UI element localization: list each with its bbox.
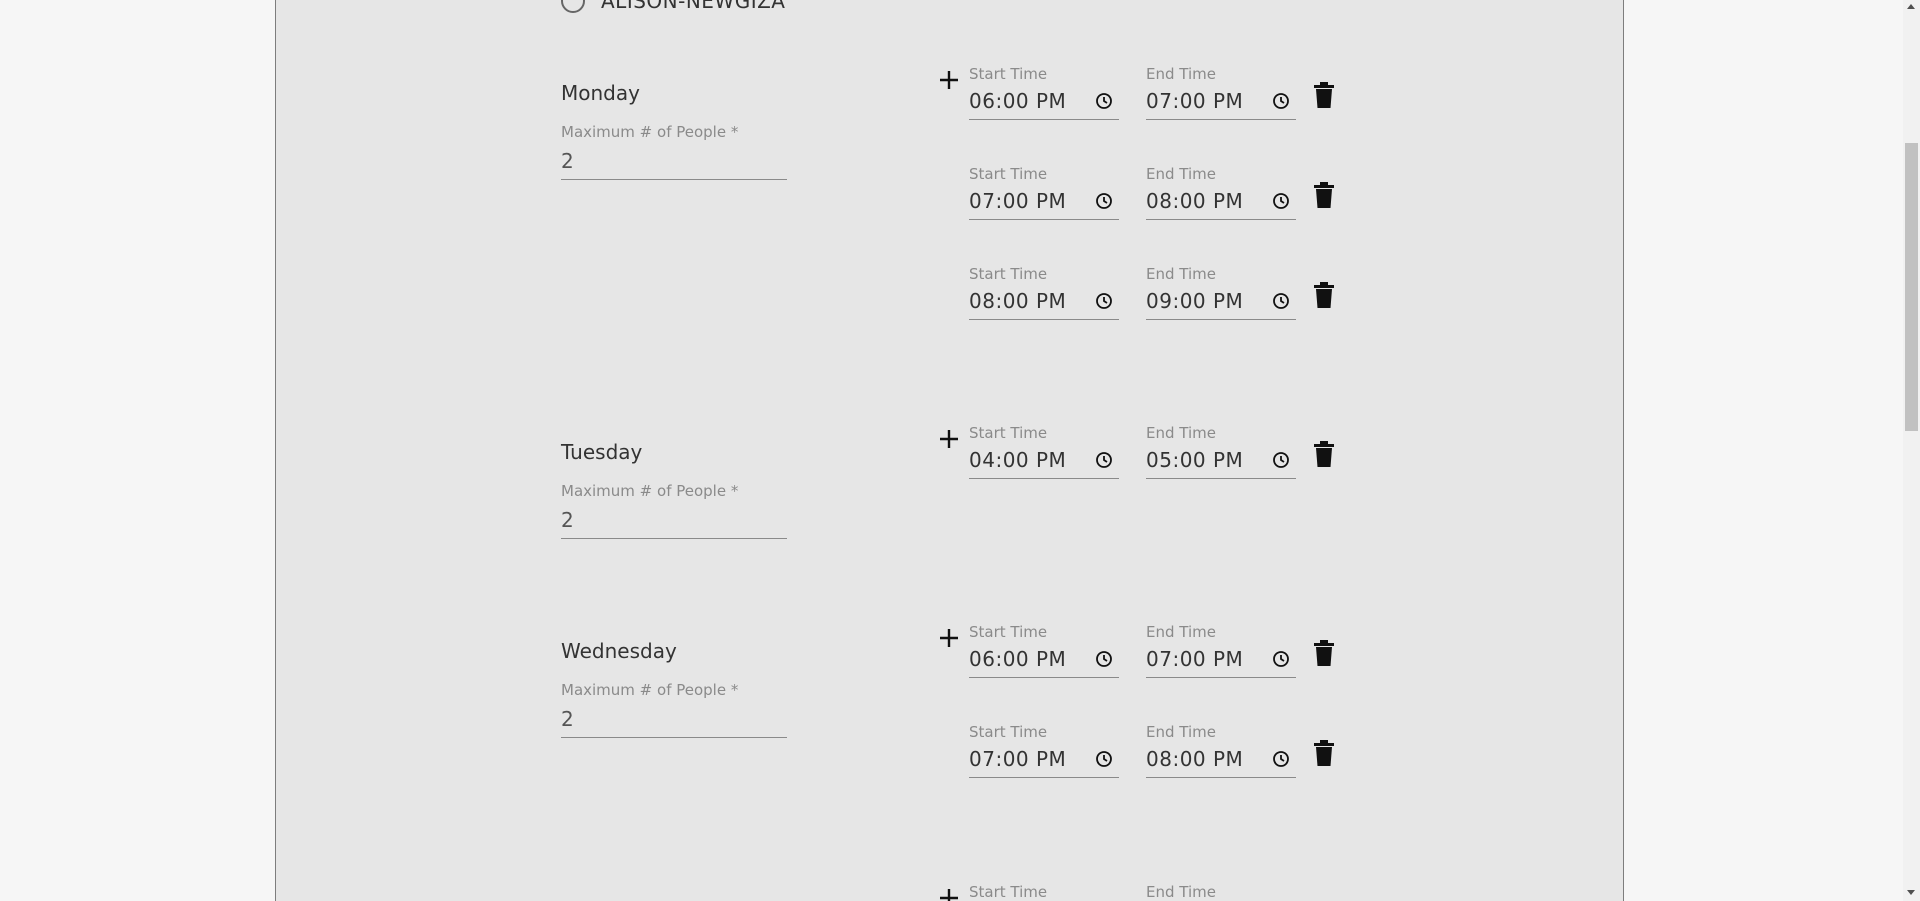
start-time-value[interactable]: 07:00 PM xyxy=(969,747,1066,771)
clock-icon[interactable] xyxy=(1272,750,1290,768)
scroll-up-arrow-icon[interactable] xyxy=(1907,4,1915,9)
delete-slot-trash-icon[interactable] xyxy=(1314,441,1334,467)
end-time-label: End Time xyxy=(1146,623,1216,641)
clock-icon[interactable] xyxy=(1095,292,1113,310)
add-slot-plus-icon[interactable] xyxy=(938,428,960,450)
add-slot-plus-icon[interactable] xyxy=(938,69,960,91)
start-time-value[interactable]: 04:00 PM xyxy=(969,448,1066,472)
start-time-field[interactable]: Start Time 07:00 PM xyxy=(969,723,1119,778)
branch-radio-option[interactable]: ALISON-NEWGIZA xyxy=(561,0,786,13)
day-title-tuesday: Tuesday xyxy=(561,440,643,464)
end-time-label: End Time xyxy=(1146,424,1216,442)
add-slot-plus-icon[interactable] xyxy=(938,887,960,901)
clock-icon[interactable] xyxy=(1272,92,1290,110)
start-time-field[interactable]: Start Time 06:00 PM xyxy=(969,65,1119,120)
vertical-scrollbar[interactable] xyxy=(1903,0,1920,901)
clock-icon[interactable] xyxy=(1272,192,1290,210)
clock-icon[interactable] xyxy=(1095,192,1113,210)
end-time-label: End Time xyxy=(1146,165,1216,183)
radio-label: ALISON-NEWGIZA xyxy=(601,0,786,13)
start-time-field[interactable]: Start Time 07:00 PM xyxy=(969,165,1119,220)
end-time-field[interactable]: End Time xyxy=(1146,883,1296,901)
clock-icon[interactable] xyxy=(1095,451,1113,469)
clock-icon[interactable] xyxy=(1095,92,1113,110)
start-time-field[interactable]: Start Time 06:00 PM xyxy=(969,623,1119,678)
end-time-field[interactable]: End Time 07:00 PM xyxy=(1146,623,1296,678)
max-people-label: Maximum # of People * xyxy=(561,123,739,141)
end-time-value[interactable]: 08:00 PM xyxy=(1146,189,1243,213)
scroll-thumb[interactable] xyxy=(1905,143,1918,431)
end-time-label: End Time xyxy=(1146,723,1216,741)
max-people-input[interactable]: 2 xyxy=(561,699,787,737)
end-time-field[interactable]: End Time 05:00 PM xyxy=(1146,424,1296,479)
delete-slot-trash-icon[interactable] xyxy=(1314,640,1334,666)
delete-slot-trash-icon[interactable] xyxy=(1314,282,1334,308)
start-time-label: Start Time xyxy=(969,424,1048,442)
start-time-field[interactable]: Start Time 04:00 PM xyxy=(969,424,1119,479)
end-time-field[interactable]: End Time 08:00 PM xyxy=(1146,723,1296,778)
end-time-value[interactable]: 09:00 PM xyxy=(1146,289,1243,313)
clock-icon[interactable] xyxy=(1272,451,1290,469)
end-time-value[interactable]: 07:00 PM xyxy=(1146,647,1243,671)
schedule-panel: ALISON-NEWGIZA Monday Maximum # of Peopl… xyxy=(275,0,1624,901)
end-time-label: End Time xyxy=(1146,883,1216,901)
end-time-label: End Time xyxy=(1146,265,1216,283)
clock-icon[interactable] xyxy=(1272,650,1290,668)
day-title-wednesday: Wednesday xyxy=(561,639,677,663)
start-time-label: Start Time xyxy=(969,623,1048,641)
end-time-label: End Time xyxy=(1146,65,1216,83)
end-time-field[interactable]: End Time 09:00 PM xyxy=(1146,265,1296,320)
radio-button[interactable] xyxy=(561,0,585,13)
start-time-label: Start Time xyxy=(969,723,1048,741)
day-title-monday: Monday xyxy=(561,81,640,105)
end-time-value[interactable]: 08:00 PM xyxy=(1146,747,1243,771)
max-people-field-tuesday[interactable]: Maximum # of People * 2 xyxy=(561,482,787,539)
start-time-label: Start Time xyxy=(969,883,1048,901)
end-time-value[interactable]: 07:00 PM xyxy=(1146,89,1243,113)
start-time-value[interactable]: 07:00 PM xyxy=(969,189,1066,213)
delete-slot-trash-icon[interactable] xyxy=(1314,82,1334,108)
clock-icon[interactable] xyxy=(1095,750,1113,768)
start-time-value[interactable]: 06:00 PM xyxy=(969,647,1066,671)
start-time-label: Start Time xyxy=(969,265,1048,283)
delete-slot-trash-icon[interactable] xyxy=(1314,740,1334,766)
start-time-label: Start Time xyxy=(969,65,1048,83)
max-people-label: Maximum # of People * xyxy=(561,681,739,699)
max-people-field-monday[interactable]: Maximum # of People * 2 xyxy=(561,123,787,180)
start-time-field[interactable]: Start Time 08:00 PM xyxy=(969,265,1119,320)
scroll-down-arrow-icon[interactable] xyxy=(1907,890,1915,895)
clock-icon[interactable] xyxy=(1272,292,1290,310)
max-people-label: Maximum # of People * xyxy=(561,482,739,500)
start-time-value[interactable]: 08:00 PM xyxy=(969,289,1066,313)
start-time-label: Start Time xyxy=(969,165,1048,183)
end-time-field[interactable]: End Time 07:00 PM xyxy=(1146,65,1296,120)
end-time-field[interactable]: End Time 08:00 PM xyxy=(1146,165,1296,220)
add-slot-plus-icon[interactable] xyxy=(938,627,960,649)
start-time-field[interactable]: Start Time xyxy=(969,883,1119,901)
max-people-input[interactable]: 2 xyxy=(561,141,787,179)
max-people-field-wednesday[interactable]: Maximum # of People * 2 xyxy=(561,681,787,738)
delete-slot-trash-icon[interactable] xyxy=(1314,182,1334,208)
max-people-input[interactable]: 2 xyxy=(561,500,787,538)
clock-icon[interactable] xyxy=(1095,650,1113,668)
start-time-value[interactable]: 06:00 PM xyxy=(969,89,1066,113)
end-time-value[interactable]: 05:00 PM xyxy=(1146,448,1243,472)
